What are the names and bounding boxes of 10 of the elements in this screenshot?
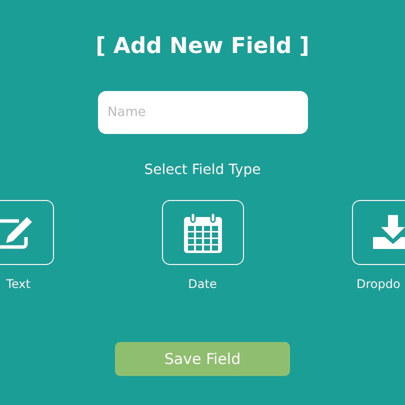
form-title: [ Add New Field ] <box>96 33 310 61</box>
calendar-icon <box>182 212 222 254</box>
field-type-label: Date <box>188 277 217 291</box>
field-type-label: Text <box>6 277 30 291</box>
field-type-label: Dropdo <box>356 277 400 291</box>
date-type-button[interactable] <box>162 200 244 265</box>
save-field-button[interactable]: Save Field <box>115 342 290 376</box>
section-label: Select Field Type <box>144 162 261 178</box>
name-field[interactable]: Name <box>98 91 308 134</box>
download-icon <box>372 214 405 250</box>
